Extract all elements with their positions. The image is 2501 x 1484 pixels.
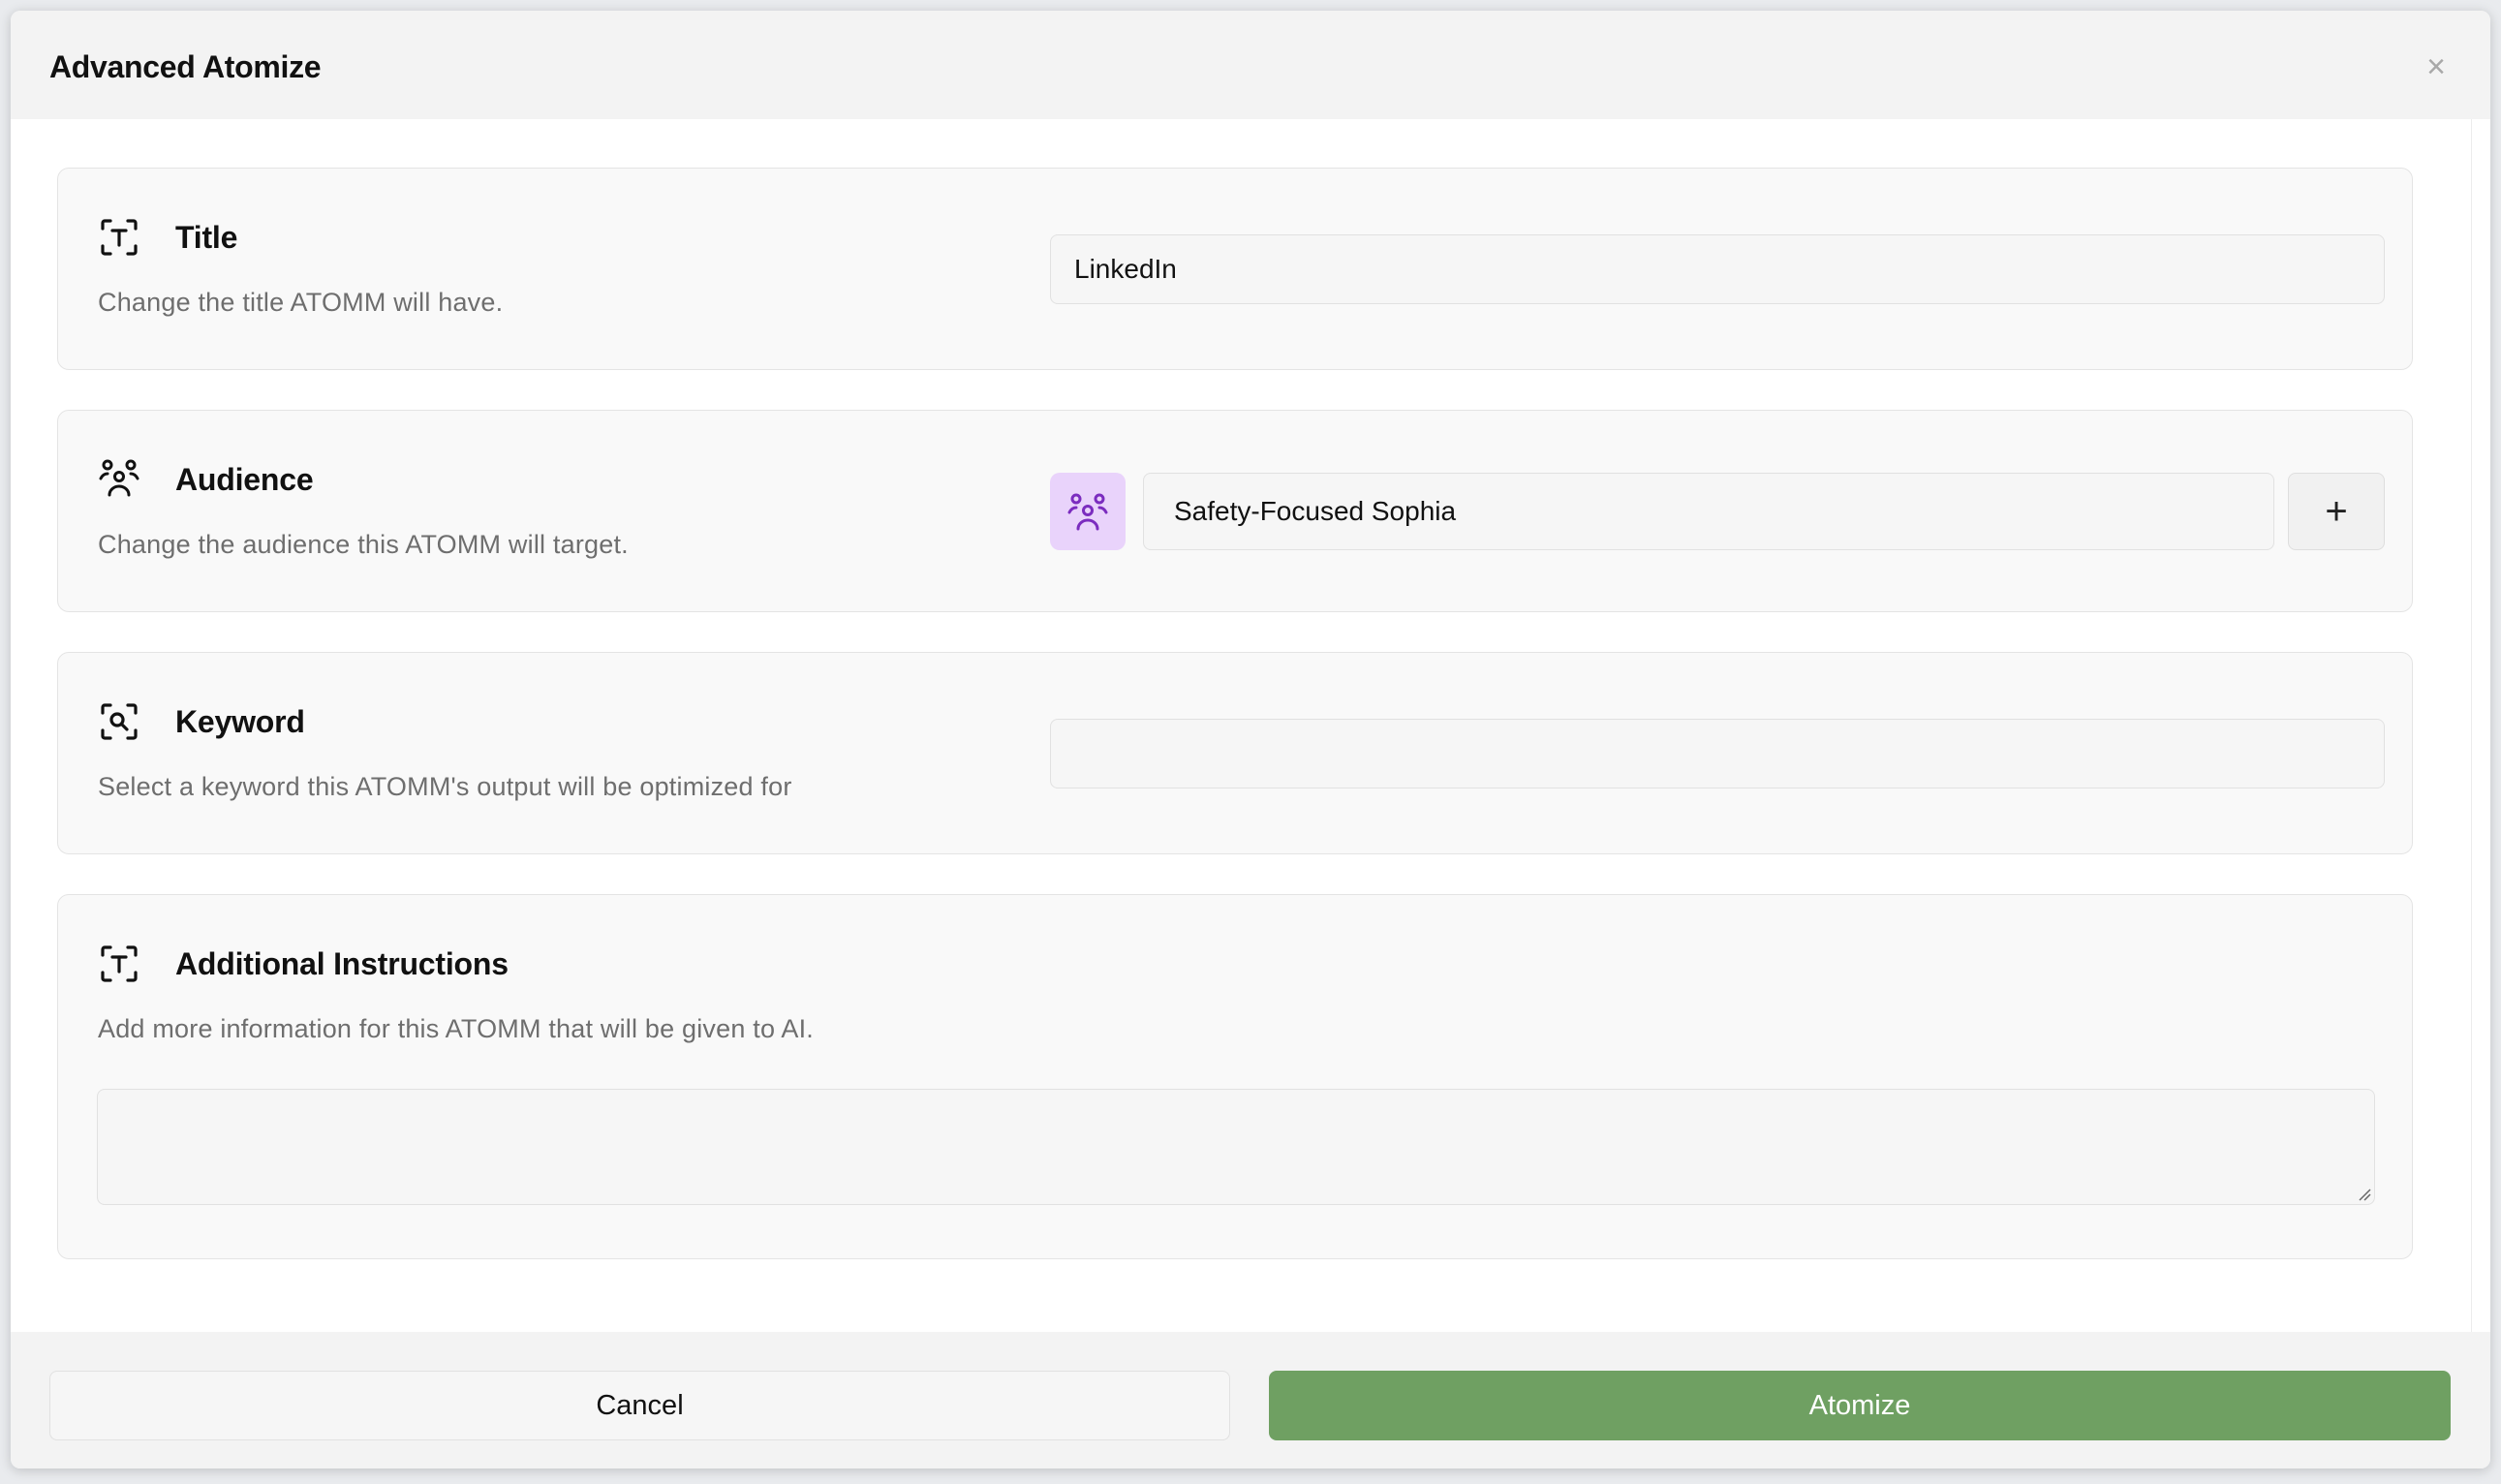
- title-heading: Title: [175, 220, 238, 255]
- title-input[interactable]: LinkedIn: [1050, 234, 2385, 304]
- audience-avatar: [1050, 473, 1126, 550]
- instructions-heading: Additional Instructions: [175, 946, 509, 981]
- modal-header: Advanced Atomize ×: [11, 11, 2490, 119]
- audience-description: Change the audience this ATOMM will targ…: [98, 530, 629, 559]
- modal-body: Title Change the title ATOMM will have. …: [11, 119, 2471, 1332]
- text-frame-icon: [101, 219, 138, 256]
- modal-footer: Cancel Atomize: [11, 1332, 2490, 1469]
- advanced-atomize-modal: Advanced Atomize × Title Change the titl…: [11, 11, 2490, 1469]
- add-audience-button[interactable]: +: [2288, 473, 2385, 550]
- modal-title: Advanced Atomize: [49, 49, 322, 84]
- search-frame-icon: [101, 703, 138, 740]
- title-section: Title Change the title ATOMM will have. …: [57, 168, 2413, 370]
- keyword-input[interactable]: [1050, 719, 2385, 788]
- title-description: Change the title ATOMM will have.: [98, 288, 504, 317]
- audience-group-icon: [1067, 493, 1108, 531]
- instructions-description: Add more information for this ATOMM that…: [98, 1014, 815, 1043]
- audience-select[interactable]: Safety-Focused Sophia: [1143, 473, 2274, 550]
- keyword-section: Keyword Select a keyword this ATOMM's ou…: [57, 652, 2413, 854]
- audience-heading: Audience: [175, 462, 314, 497]
- scrollbar[interactable]: [2471, 119, 2490, 1332]
- keyword-heading: Keyword: [175, 704, 305, 739]
- instructions-textarea[interactable]: [97, 1089, 2375, 1205]
- text-frame-icon: [101, 945, 138, 982]
- instructions-section: Additional Instructions Add more informa…: [57, 894, 2413, 1259]
- cancel-button[interactable]: Cancel: [49, 1371, 1230, 1440]
- atomize-button[interactable]: Atomize: [1269, 1371, 2451, 1440]
- keyword-description: Select a keyword this ATOMM's output wil…: [98, 772, 792, 801]
- audience-group-icon: [99, 459, 139, 497]
- close-icon[interactable]: ×: [2419, 49, 2454, 84]
- audience-section: Audience Change the audience this ATOMM …: [57, 410, 2413, 612]
- resize-handle-icon[interactable]: [2356, 1186, 2371, 1201]
